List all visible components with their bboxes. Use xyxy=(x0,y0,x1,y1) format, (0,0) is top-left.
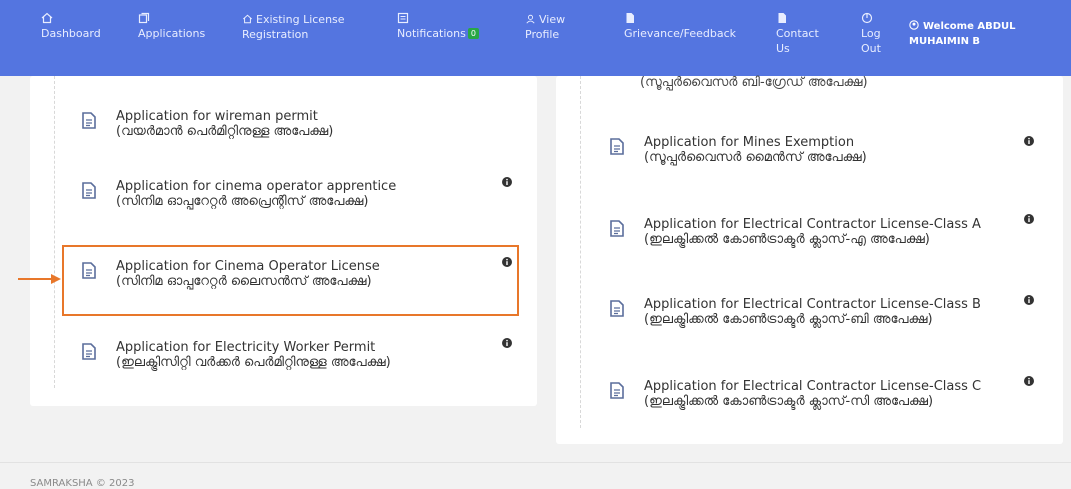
highlight-box xyxy=(62,245,519,316)
footer-copyright: SAMRAKSHA © 2023 xyxy=(30,478,135,489)
document-icon xyxy=(82,343,96,360)
home-icon xyxy=(41,12,53,24)
nav-applications-label: Applications xyxy=(138,27,206,40)
power-icon xyxy=(861,12,873,24)
nav-view-profile-line1: View xyxy=(539,13,566,26)
info-icon[interactable] xyxy=(1024,376,1034,386)
top-navbar: Dashboard Applications Existing License … xyxy=(0,0,1071,76)
app-title: Application for cinema operator apprenti… xyxy=(116,179,397,194)
nav-notifications-label: Notifications xyxy=(397,27,466,40)
info-icon[interactable] xyxy=(502,338,512,348)
document-icon xyxy=(82,112,96,129)
timeline-line xyxy=(580,76,581,428)
file-icon xyxy=(624,12,636,24)
app-subtitle: (ഇലക്ട്രിക്കൽ കോൺട്രാക്ടർ ക്ലാസ്-സി അപേക… xyxy=(644,394,934,409)
nav-existing-license[interactable]: Existing License Registration xyxy=(242,12,345,42)
app-subtitle: (ഇലക്ട്രിക്കൽ കോൺട്രാക്ടർ ക്ലാസ്-ബി അപേക… xyxy=(644,312,933,327)
app-item-contractor-class-a[interactable]: Application for Electrical Contractor Li… xyxy=(610,218,1050,262)
app-subtitle: (സൂപ്പർവൈസർ മൈൻസ് അപേക്ഷ) xyxy=(644,150,867,165)
nav-existing-license-line1: Existing License xyxy=(242,12,345,27)
arrow-right-icon xyxy=(18,274,61,284)
user-circle-icon xyxy=(909,20,919,30)
nav-log-out[interactable]: Log Out xyxy=(861,12,881,56)
right-applications-card: (സൂപ്പർവൈസർ ബി-ഗ്രേഡ് അപേക്ഷ) Applicatio… xyxy=(556,75,1063,444)
app-item-contractor-class-b[interactable]: Application for Electrical Contractor Li… xyxy=(610,298,1050,342)
app-subtitle-cut: (സൂപ്പർവൈസർ ബി-ഗ്രേഡ് അപേക്ഷ) xyxy=(640,75,868,90)
list-icon xyxy=(397,12,409,24)
nav-log-out-line1: Log xyxy=(861,27,881,40)
nav-dashboard[interactable]: Dashboard xyxy=(41,12,101,41)
app-subtitle: (ഇലക്ട്രിസിറ്റി വർക്കർ പെർമിറ്റിനുള്ള അപ… xyxy=(116,355,391,370)
user-icon xyxy=(526,14,535,24)
nav-grievance[interactable]: Grievance/Feedback xyxy=(624,12,736,41)
file-icon xyxy=(776,12,788,24)
nav-dashboard-label: Dashboard xyxy=(41,27,101,40)
app-item-wireman-permit[interactable]: Application for wireman permit (വയർമാൻ പ… xyxy=(82,110,522,154)
copy-icon xyxy=(138,12,150,24)
app-item-electricity-worker-permit[interactable]: Application for Electricity Worker Permi… xyxy=(82,341,522,385)
app-title: Application for wireman permit xyxy=(116,109,318,124)
nav-grievance-label: Grievance/Feedback xyxy=(624,27,736,40)
welcome-line1: Welcome ABDUL xyxy=(923,21,1016,32)
document-icon xyxy=(82,182,96,199)
info-icon[interactable] xyxy=(1024,295,1034,305)
app-title: Application for Electrical Contractor Li… xyxy=(644,297,981,312)
nav-log-out-line2: Out xyxy=(861,42,881,55)
footer-divider xyxy=(0,462,1071,463)
nav-existing-license-line2: Registration xyxy=(242,28,309,41)
nav-contact-us[interactable]: Contact Us xyxy=(776,12,819,56)
welcome-line2: MUHAIMIN B xyxy=(909,36,981,47)
app-title: Application for Electrical Contractor Li… xyxy=(644,217,981,232)
app-title: Application for Electricity Worker Permi… xyxy=(116,340,376,355)
nav-contact-us-line2: Us xyxy=(776,42,790,55)
welcome-user[interactable]: Welcome ABDUL MUHAIMIN B xyxy=(909,19,1016,49)
app-item-mines-exemption[interactable]: Application for Mines Exemption (സൂപ്പർവ… xyxy=(610,136,1050,180)
left-applications-card: Application for wireman permit (വയർമാൻ പ… xyxy=(30,76,537,406)
info-icon[interactable] xyxy=(1024,136,1034,146)
nav-view-profile[interactable]: View Profile xyxy=(525,12,565,42)
home-icon xyxy=(242,14,253,24)
nav-view-profile-line2: Profile xyxy=(525,28,560,41)
app-subtitle: (ഇലക്ട്രിക്കൽ കോൺട്രാക്ടർ ക്ലാസ്-എ അപേക്… xyxy=(644,232,930,247)
app-item-cinema-operator-apprentice[interactable]: Application for cinema operator apprenti… xyxy=(82,180,522,224)
document-icon xyxy=(610,382,624,399)
app-title: Application for Electrical Contractor Li… xyxy=(644,379,982,394)
app-item-contractor-class-c[interactable]: Application for Electrical Contractor Li… xyxy=(610,380,1050,424)
app-title: Application for Mines Exemption xyxy=(644,135,855,150)
nav-applications[interactable]: Applications xyxy=(138,12,205,41)
timeline-line xyxy=(54,76,55,388)
document-icon xyxy=(610,300,624,317)
document-icon xyxy=(610,138,624,155)
app-subtitle: (സിനിമ ഓപ്പറേറ്റർ അപ്രെന്റിസ് അപേക്ഷ) xyxy=(116,194,369,209)
info-icon[interactable] xyxy=(502,177,512,187)
nav-notifications[interactable]: Notifications 0 xyxy=(397,12,479,41)
notification-count-badge: 0 xyxy=(467,28,479,39)
info-icon[interactable] xyxy=(1024,214,1034,224)
app-subtitle: (വയർമാൻ പെർമിറ്റിനുള്ള അപേക്ഷ) xyxy=(116,124,334,139)
document-icon xyxy=(610,220,624,237)
nav-contact-us-line1: Contact xyxy=(776,27,819,40)
